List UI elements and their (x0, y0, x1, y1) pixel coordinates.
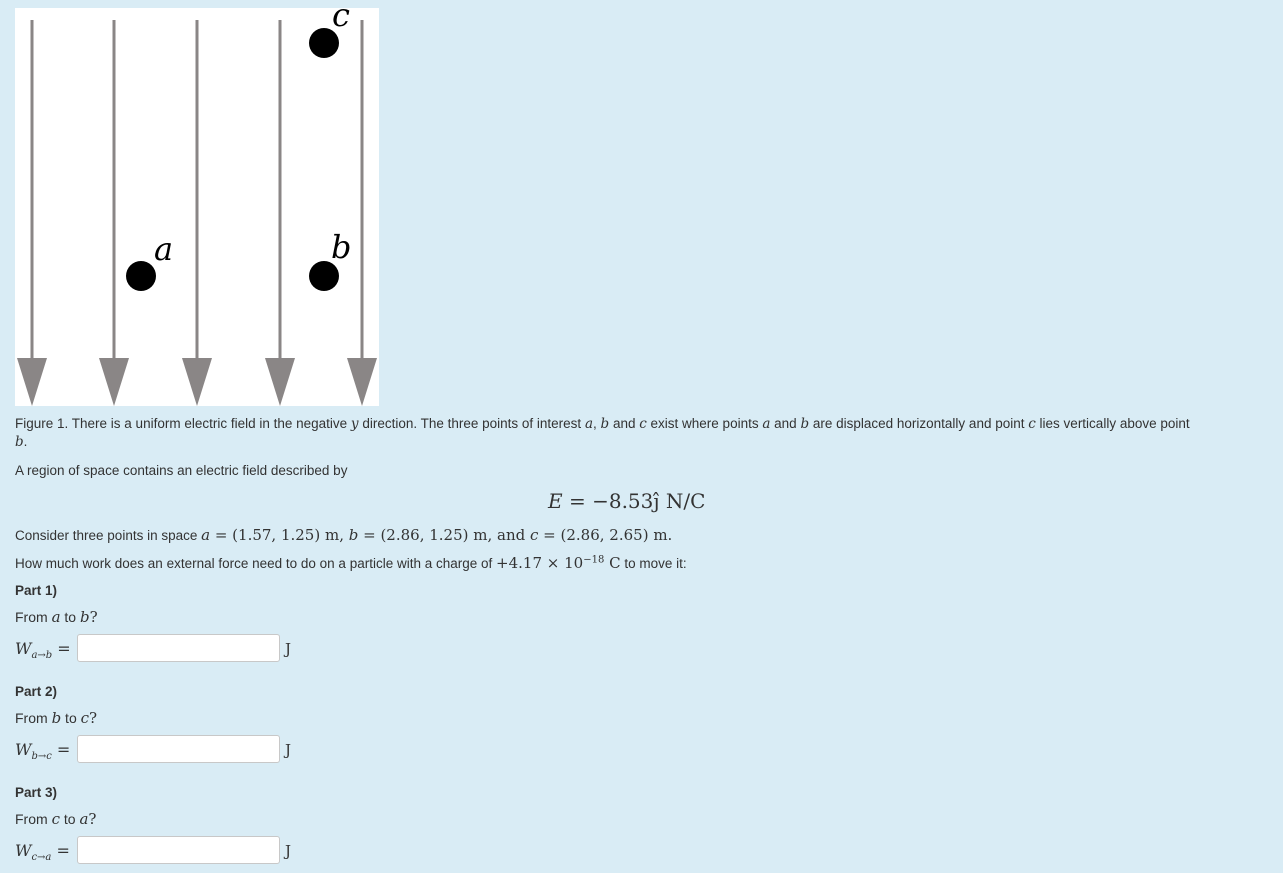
caption-var: y (350, 416, 359, 432)
electric-field-figure: c a b (15, 8, 379, 406)
question-text: How much work does an external force nee… (15, 556, 497, 571)
part-1-answer-input[interactable] (77, 634, 280, 662)
question-text: From (15, 710, 52, 726)
equation-rhs: = −8.53ĵ N/C (562, 489, 706, 513)
part-1-title: Part 1) (15, 583, 58, 598)
figure-caption: Figure 1. There is a uniform electric fi… (15, 415, 1255, 451)
field-arrow-2-head (99, 358, 129, 406)
question-text: to (60, 609, 80, 625)
work-subscript: c→a (31, 852, 52, 864)
question-var: a (51, 608, 61, 626)
caption-text: , (593, 416, 601, 431)
caption-text: are displaced horizontally and point (809, 416, 1029, 431)
equals-sign: = (51, 841, 70, 860)
problem-page: c a b Figure 1. There is a uniform elect… (0, 0, 1283, 873)
caption-text: direction. The three points of interest (358, 416, 585, 431)
point-b-label: b (331, 228, 351, 266)
question-text: From (15, 811, 52, 827)
caption-text: Figure 1. There is a uniform electric fi… (15, 416, 351, 431)
points-var: b (348, 526, 359, 544)
caption-var: c (639, 416, 647, 432)
question-mark: ? (88, 810, 97, 828)
question-text: From (15, 609, 52, 625)
part-2-unit: J (285, 741, 292, 759)
field-diagram: c a b (17, 8, 377, 406)
point-a (126, 261, 156, 291)
question-var: c (80, 709, 90, 727)
question-var: c (51, 810, 60, 828)
work-subscript: b→c (31, 751, 52, 763)
part-2-question: From b to c? (15, 709, 97, 727)
field-arrow-4-head (265, 358, 295, 406)
part-2-answer-row: Wb→c = J (15, 735, 315, 765)
point-c-label: c (332, 8, 350, 34)
question-text: to (61, 710, 81, 726)
part-2-answer-label: Wb→c = (15, 740, 70, 762)
caption-text: exist where points (646, 416, 763, 431)
question-text: to move it: (620, 556, 687, 571)
caption-var: a (584, 416, 594, 432)
part-1-question: From a to b? (15, 608, 98, 626)
field-arrow-3-head (182, 358, 212, 406)
part-3-question: From c to a? (15, 810, 96, 828)
work-symbol: W (15, 639, 32, 658)
caption-text: lies vertically above point (1035, 416, 1190, 431)
part-1-answer-label: Wa→b = (15, 639, 71, 661)
equals-sign: = (52, 639, 71, 658)
points-text: Consider three points in space (15, 528, 202, 543)
charge-value: +4.17 × 10 (496, 554, 584, 572)
field-arrow-5-head (347, 358, 377, 406)
part-3-unit: J (285, 842, 292, 860)
part-2-title: Part 2) (15, 684, 58, 699)
caption-text: and (609, 416, 640, 431)
caption-var: b (15, 434, 24, 450)
charge-exponent: −18 (583, 554, 605, 566)
part-3-answer-label: Wc→a = (15, 841, 70, 863)
caption-text: and (770, 416, 801, 431)
equals-sign: = (51, 740, 71, 759)
question-mark: ? (89, 709, 98, 727)
charge-unit: C (604, 554, 621, 572)
question-text: to (59, 811, 80, 827)
points-value: = (2.86, 2.65) m. (538, 526, 673, 544)
intro-text: A region of space contains an electric f… (15, 463, 348, 478)
part-1-unit: J (285, 640, 292, 658)
equation-lhs: E (548, 489, 563, 513)
part-1-answer-row: Wa→b = J (15, 634, 315, 664)
points-value: = (2.86, 1.25) m, and (358, 526, 530, 544)
caption-var: b (600, 416, 610, 432)
points-value: = (1.57, 1.25) m, (210, 526, 349, 544)
work-symbol: W (15, 841, 32, 860)
caption-text: . (23, 434, 28, 449)
part-3-answer-row: Wc→a = J (15, 836, 315, 866)
part-3-title: Part 3) (15, 785, 58, 800)
field-arrow-1-head (17, 358, 47, 406)
question-var: b (51, 709, 62, 727)
points-var: a (201, 526, 211, 544)
field-arrows (17, 20, 377, 406)
work-symbol: W (15, 740, 32, 759)
field-equation: E = −8.53ĵ N/C (548, 489, 705, 513)
caption-var: c (1028, 416, 1036, 432)
question-var: b (79, 608, 90, 626)
point-a-label: a (154, 230, 173, 268)
question-mark: ? (89, 608, 98, 626)
part-3-answer-input[interactable] (77, 836, 280, 864)
points-statement: Consider three points in space a = (1.57… (15, 526, 672, 544)
work-subscript: a→b (31, 650, 53, 662)
part-2-answer-input[interactable] (77, 735, 280, 763)
caption-var: b (800, 416, 810, 432)
work-question: How much work does an external force nee… (15, 554, 687, 572)
